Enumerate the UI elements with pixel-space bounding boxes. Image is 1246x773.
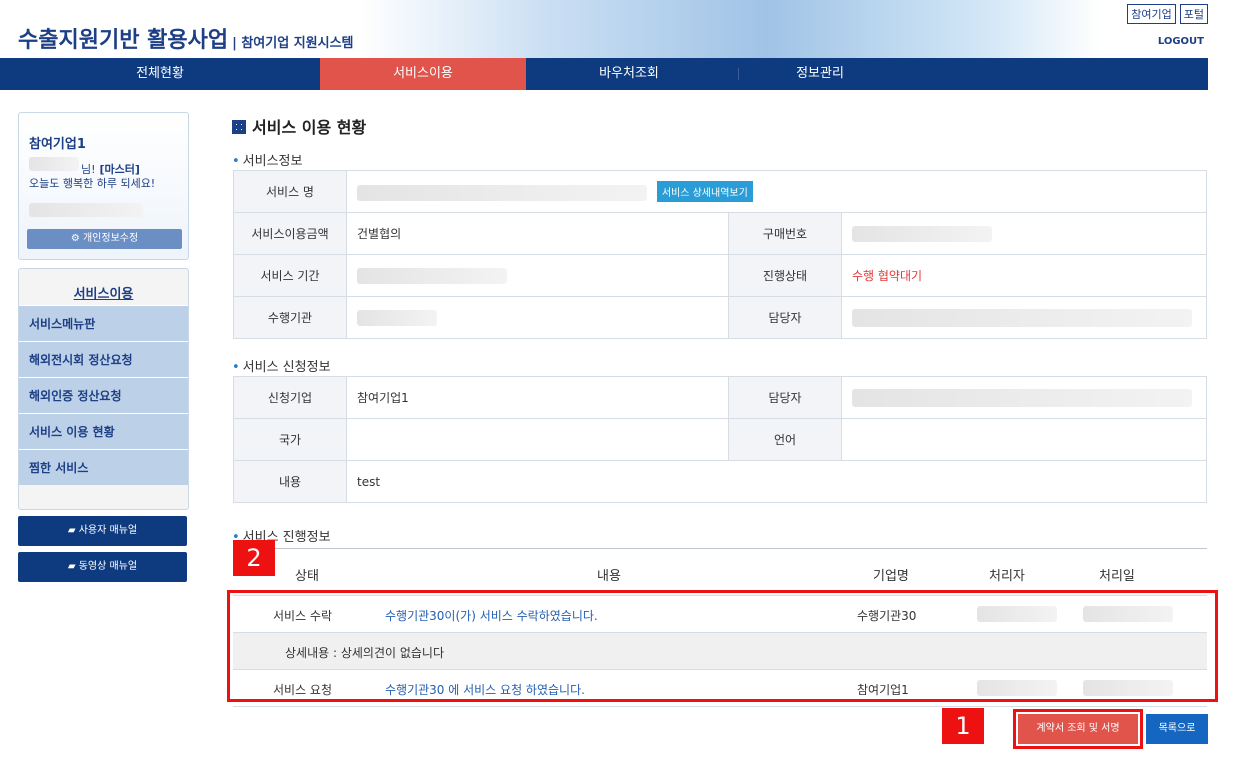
content-label: 내용 — [233, 460, 347, 503]
annotation-badge-1: 1 — [942, 708, 984, 744]
country-value — [346, 418, 729, 461]
service-name-cell: 서비스 상세내역보기 — [346, 170, 1207, 213]
header-processed-date: 처리일 — [1099, 569, 1135, 584]
agency-blurred — [357, 309, 437, 326]
top-link-portal[interactable]: 포털 — [1179, 4, 1208, 24]
content-value: test — [346, 460, 1207, 503]
amount-label: 서비스이용금액 — [233, 212, 347, 255]
profile-box: 참여기업1 님! [마스터] 오늘도 행복한 하루 되세요! ⚙ 개인정보수정 — [18, 112, 189, 260]
purchase-no-label: 구매번호 — [728, 212, 842, 255]
book-icon: ▰ — [67, 561, 79, 572]
top-links: 참여기업 포털 — [1127, 4, 1208, 24]
side-menu-item-service-status[interactable]: 서비스 이용 현황 — [19, 413, 188, 449]
progress-table-header: 상태 내용 기업명 처리자 처리일 — [233, 548, 1207, 596]
gear-icon: ⚙ — [70, 233, 83, 244]
nav-item-overview[interactable]: 전체현황 — [0, 58, 320, 90]
language-value — [841, 418, 1207, 461]
service-name-label: 서비스 명 — [233, 170, 347, 213]
header: 수출지원기반 활용사업 | 참여기업 지원시스템 참여기업 포털 LOGOUT — [0, 0, 1246, 58]
language-label: 언어 — [728, 418, 842, 461]
manager-blurred — [852, 308, 1192, 327]
nav-item-voucher[interactable]: 바우처조회 — [526, 58, 732, 90]
grid-icon — [232, 120, 246, 134]
back-to-list-button[interactable]: 목록으로 — [1146, 714, 1208, 744]
site-logo[interactable]: 수출지원기반 활용사업 | 참여기업 지원시스템 — [18, 22, 354, 54]
side-menu-item-certification-settlement[interactable]: 해외인증 정산요청 — [19, 377, 188, 413]
page-title: 서비스 이용 현황 — [232, 114, 366, 138]
manager-value — [841, 296, 1207, 339]
side-menu-title[interactable]: 서비스이용 — [19, 283, 188, 302]
edit-profile-button[interactable]: ⚙ 개인정보수정 — [27, 229, 182, 249]
amount-value: 건별협의 — [346, 212, 729, 255]
purchase-no-value — [841, 212, 1207, 255]
nav-item-service-use[interactable]: 서비스이용 — [320, 58, 526, 90]
video-manual-button[interactable]: ▰ 동영상 매뉴얼 — [18, 552, 187, 582]
side-menu-item-exhibition-settlement[interactable]: 해외전시회 정산요청 — [19, 341, 188, 377]
greeting-line: 오늘도 행복한 하루 되세요! — [29, 177, 156, 190]
request-manager-value — [841, 376, 1207, 419]
section-service-info-title: 서비스정보 — [232, 150, 303, 169]
header-processor: 처리자 — [989, 569, 1025, 584]
period-label: 서비스 기간 — [233, 254, 347, 297]
header-status: 상태 — [295, 569, 319, 584]
request-info-table: 신청기업 참여기업1 담당자 국가 언어 내용 test — [233, 376, 1207, 503]
request-manager-blurred — [852, 388, 1192, 407]
annotation-badge-2: 2 — [233, 540, 275, 576]
main-nav: 전체현황 서비스이용 바우처조회 정보관리 — [0, 58, 1208, 90]
status-label: 진행상태 — [728, 254, 842, 297]
edit-profile-label: 개인정보수정 — [82, 233, 139, 244]
period-blurred — [357, 267, 507, 284]
status-value: 수행 협약대기 — [841, 254, 1207, 297]
user-name-blurred — [29, 157, 79, 171]
video-manual-label: 동영상 매뉴얼 — [78, 561, 138, 572]
header-content: 내용 — [597, 569, 621, 584]
service-detail-button[interactable]: 서비스 상세내역보기 — [656, 181, 753, 202]
side-menu: 서비스이용 서비스메뉴판 해외전시회 정산요청 해외인증 정산요청 서비스 이용… — [18, 268, 189, 510]
purchase-no-blurred — [852, 225, 992, 242]
annotation-box-1 — [1013, 709, 1143, 749]
user-manual-label: 사용자 매뉴얼 — [78, 525, 138, 536]
request-manager-label: 담당자 — [728, 376, 842, 419]
site-subtitle: | 참여기업 지원시스템 — [232, 36, 354, 51]
service-name-blurred — [357, 184, 647, 201]
annotation-box-2 — [227, 590, 1218, 702]
book-icon: ▰ — [67, 525, 79, 536]
agency-value — [346, 296, 729, 339]
side-menu-item-favorites[interactable]: 찜한 서비스 — [19, 449, 188, 485]
agency-label: 수행기관 — [233, 296, 347, 339]
side-menu-item-service-menu[interactable]: 서비스메뉴판 — [19, 305, 188, 341]
request-company-value: 참여기업1 — [346, 376, 729, 419]
header-banner — [360, 0, 1100, 58]
profile-company: 참여기업1 — [29, 137, 86, 152]
logout-link[interactable]: LOGOUT — [1158, 36, 1204, 47]
header-company: 기업명 — [873, 569, 909, 584]
top-link-participant[interactable]: 참여기업 — [1127, 4, 1176, 24]
service-info-table: 서비스 명 서비스 상세내역보기 서비스이용금액 건별협의 구매번호 서비스 기… — [233, 170, 1207, 339]
period-value — [346, 254, 729, 297]
country-label: 국가 — [233, 418, 347, 461]
profile-extra-blurred — [29, 203, 143, 217]
manager-label: 담당자 — [728, 296, 842, 339]
page-title-text: 서비스 이용 현황 — [252, 118, 367, 137]
nav-item-info-manage[interactable]: 정보관리 — [720, 58, 920, 90]
section-request-info-title: 서비스 신청정보 — [232, 356, 331, 375]
request-company-label: 신청기업 — [233, 376, 347, 419]
user-manual-button[interactable]: ▰ 사용자 매뉴얼 — [18, 516, 187, 546]
site-title: 수출지원기반 활용사업 — [18, 28, 229, 53]
